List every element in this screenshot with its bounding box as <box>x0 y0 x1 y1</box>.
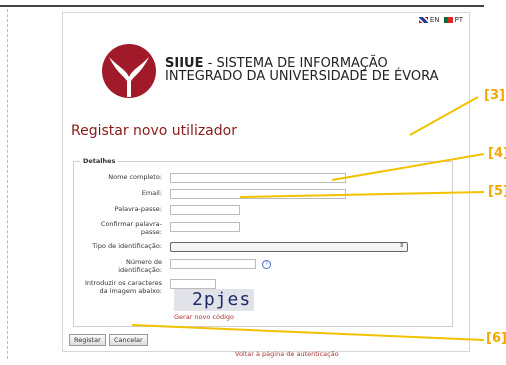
callout-5: [5] <box>488 184 506 199</box>
callout-6: [6] <box>486 331 506 346</box>
callout-4-line <box>331 153 485 181</box>
callout-3-line <box>409 96 479 136</box>
annotation-lines <box>131 96 485 341</box>
callout-6-line <box>131 324 485 341</box>
callout-5-line <box>239 191 485 198</box>
callout-3: [3] <box>484 88 505 103</box>
callout-4: [4] <box>488 146 506 161</box>
